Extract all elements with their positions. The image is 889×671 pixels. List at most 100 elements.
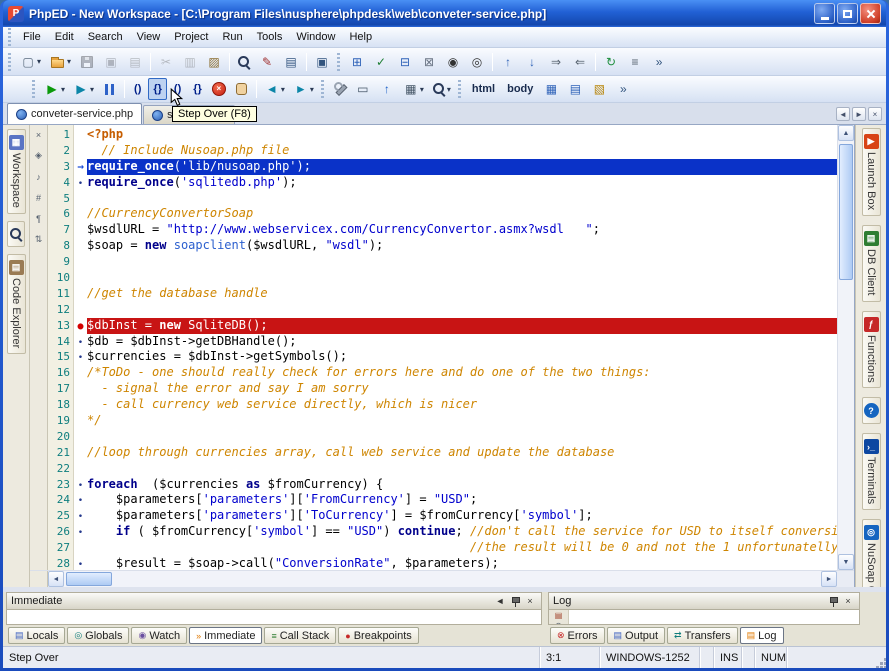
record-macro-button[interactable]: ◉ — [442, 51, 464, 73]
gutter-marker[interactable]: • — [74, 556, 87, 570]
line-number[interactable]: 14 — [48, 334, 74, 350]
panel-tab-locals[interactable]: ▤Locals — [8, 627, 65, 644]
line-number[interactable]: 23 — [48, 477, 74, 493]
code-line-23[interactable]: 23•foreach ($currencies as $fromCurrency… — [48, 477, 837, 493]
print-button[interactable]: ▤ — [124, 51, 146, 73]
pin-button[interactable] — [508, 595, 522, 608]
terminal-window-button[interactable]: ▭ — [352, 78, 374, 100]
dock-left-button[interactable]: ◄ — [493, 595, 507, 608]
panel-tab-errors[interactable]: ⊗Errors — [550, 627, 605, 644]
overflow-main-button[interactable]: » — [648, 51, 670, 73]
menubar-grip[interactable] — [8, 28, 11, 46]
line-number[interactable]: 25 — [48, 508, 74, 524]
title-bar[interactable]: P PhpED - New Workspace - [C:\Program Fi… — [3, 0, 886, 27]
run-to-cursor-button[interactable]: {} — [188, 78, 207, 100]
code-text[interactable] — [87, 302, 837, 318]
scroll-down-button[interactable]: ▼ — [838, 554, 854, 570]
sync-browser-button[interactable]: ↻ — [600, 51, 622, 73]
line-number[interactable]: 3 — [48, 159, 74, 175]
code-line-3[interactable]: 3→require_once('lib/nusoap.php'); — [48, 159, 837, 175]
insert-body-button[interactable]: body — [502, 78, 538, 100]
gutter-marker[interactable] — [74, 365, 87, 381]
stop-button[interactable]: × — [209, 78, 229, 100]
new-project-button[interactable]: ⊞ — [346, 51, 368, 73]
line-numbers-icon[interactable]: # — [32, 191, 46, 204]
gutter-marker[interactable]: • — [74, 477, 87, 493]
code-line-13[interactable]: 13●$dbInst = new SqliteDB(); — [48, 318, 837, 334]
gutter-marker[interactable] — [74, 254, 87, 270]
line-number[interactable]: 17 — [48, 381, 74, 397]
close-button[interactable]: × — [523, 595, 537, 608]
line-number[interactable]: 7 — [48, 222, 74, 238]
code-line-27[interactable]: 27 //the result will be 0 and not the 1 … — [48, 540, 837, 556]
scroll-tabs-left-button[interactable]: ◄ — [836, 107, 850, 121]
navigate-icon[interactable]: ◈ — [32, 149, 46, 162]
horizontal-scrollbar[interactable]: ◄ ► — [30, 570, 854, 587]
line-number[interactable]: 24 — [48, 492, 74, 508]
step-over-button[interactable]: {} — [148, 78, 167, 100]
toolbar-grip[interactable] — [32, 80, 35, 98]
code-line-6[interactable]: 6//CurrencyConvertorSoap — [48, 206, 837, 222]
scroll-right-button[interactable]: ► — [821, 571, 837, 587]
code-text[interactable]: //the result will be 0 and not the 1 unf… — [87, 540, 837, 556]
code-line-22[interactable]: 22 — [48, 461, 837, 477]
line-number[interactable]: 2 — [48, 143, 74, 159]
panel-tab-breakpoints[interactable]: ●Breakpoints — [338, 627, 419, 644]
menu-item-project[interactable]: Project — [167, 29, 215, 45]
panel-tab-log[interactable]: ▤Log — [740, 627, 784, 644]
code-text[interactable]: $dbInst = new SqliteDB(); — [87, 318, 837, 334]
code-text[interactable]: foreach ($currencies as $fromCurrency) { — [87, 477, 837, 493]
code-line-14[interactable]: 14•$db = $dbInst->getDBHandle(); — [48, 334, 837, 350]
gutter-marker[interactable] — [74, 127, 87, 143]
insert-table-button[interactable]: ▦ — [540, 78, 562, 100]
editor-tab-conveter-service.php[interactable]: conveter-service.php — [7, 103, 142, 124]
sidebar-tab-code-explorer[interactable]: ▤Code Explorer — [7, 254, 26, 354]
gutter-marker[interactable] — [74, 445, 87, 461]
gutter-marker[interactable] — [74, 429, 87, 445]
scroll-up-button[interactable]: ▲ — [838, 125, 854, 141]
scroll-tabs-right-button[interactable]: ► — [852, 107, 866, 121]
code-line-7[interactable]: 7 $wsdlURL = "http://www.webservicex.com/… — [48, 222, 837, 238]
code-text[interactable]: //loop through currencies array, call we… — [87, 445, 837, 461]
line-number[interactable]: 15 — [48, 349, 74, 365]
unindent-button[interactable]: ⇐ — [569, 51, 591, 73]
line-number[interactable]: 20 — [48, 429, 74, 445]
code-line-12[interactable]: 12 — [48, 302, 837, 318]
line-number[interactable]: 5 — [48, 191, 74, 207]
line-number[interactable]: 12 — [48, 302, 74, 318]
paste-button[interactable]: ▨ — [203, 51, 225, 73]
copy-button[interactable]: ▥ — [179, 51, 201, 73]
gutter-marker[interactable]: ● — [74, 318, 87, 334]
code-text[interactable]: $parameters['parameters']['FromCurrency'… — [87, 492, 837, 508]
line-number[interactable]: 16 — [48, 365, 74, 381]
horizontal-scroll-thumb[interactable] — [66, 572, 112, 586]
line-number[interactable]: 18 — [48, 397, 74, 413]
code-text[interactable] — [87, 254, 837, 270]
line-number[interactable]: 26 — [48, 524, 74, 540]
code-text[interactable]: $db = $dbInst->getDBHandle(); — [87, 334, 837, 350]
menu-item-help[interactable]: Help — [342, 29, 379, 45]
line-number[interactable]: 28 — [48, 556, 74, 570]
navigate-back-button[interactable]: ◄▾ — [261, 78, 288, 100]
code-text[interactable]: $wsdlURL = "http://www.webservicex.com/C… — [87, 222, 837, 238]
close-button[interactable]: × — [841, 595, 855, 608]
horizontal-scroll-track[interactable] — [64, 571, 821, 587]
code-text[interactable] — [87, 429, 837, 445]
overflow-debug-button[interactable]: » — [612, 78, 634, 100]
new-file-button[interactable]: ▢▾ — [17, 51, 44, 73]
immediate-panel-header[interactable]: Immediate ◄× — [6, 592, 542, 610]
gutter-marker[interactable] — [74, 413, 87, 429]
gutter-marker[interactable] — [74, 270, 87, 286]
gutter-marker[interactable]: • — [74, 508, 87, 524]
close-tab-button[interactable]: × — [868, 107, 882, 121]
sidebar-tab-terminals[interactable]: ›_Terminals — [862, 433, 881, 510]
gutter-marker[interactable] — [74, 206, 87, 222]
code-line-10[interactable]: 10 — [48, 270, 837, 286]
line-number[interactable]: 9 — [48, 254, 74, 270]
code-text[interactable]: //CurrencyConvertorSoap — [87, 206, 837, 222]
code-text[interactable]: // Include Nusoap.php file — [87, 143, 837, 159]
code-text[interactable]: //get the database handle — [87, 286, 837, 302]
find-button[interactable] — [234, 51, 254, 73]
code-text[interactable]: /*ToDo - one should really check for err… — [87, 365, 837, 381]
code-line-5[interactable]: 5 — [48, 191, 837, 207]
